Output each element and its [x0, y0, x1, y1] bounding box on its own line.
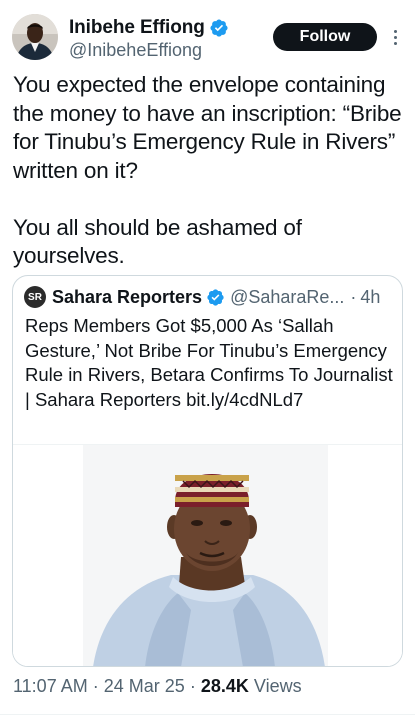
quoted-tweet-age: 4h: [360, 286, 381, 307]
author-avatar[interactable]: [12, 14, 58, 60]
tweet-time[interactable]: 11:07 AM: [13, 676, 88, 696]
author-display-name[interactable]: Inibehe Effiong: [69, 17, 205, 39]
quoted-tweet-card[interactable]: SR Sahara Reporters @SaharaRe... · 4h Re…: [12, 275, 403, 667]
tweet-paragraph-1: You expected the envelope containing the…: [13, 72, 402, 183]
meta-separator-2: ·: [189, 676, 196, 696]
portrait-photo: [13, 445, 402, 666]
follow-button[interactable]: Follow: [273, 23, 377, 51]
quoted-author-handle: @SaharaRe...: [230, 286, 345, 307]
divider: [0, 714, 415, 715]
meta-separator-1: ·: [92, 676, 99, 696]
tweet-text: You expected the envelope containing the…: [13, 71, 405, 271]
tweet-paragraph-2: You all should be ashamed of yourselves.: [13, 214, 302, 269]
quoted-tweet-image[interactable]: [13, 444, 402, 666]
quoted-separator: ·: [350, 286, 357, 307]
views-count[interactable]: 28.4K: [201, 676, 249, 696]
more-options-icon[interactable]: [387, 22, 403, 52]
quoted-tweet-text: Reps Members Got $5,000 As ‘Sallah Gestu…: [25, 315, 393, 410]
quoted-author-display-name: Sahara Reporters: [52, 286, 203, 307]
avatar-image: [12, 14, 58, 60]
quoted-verified-badge-icon: [207, 288, 224, 306]
tweet-header: Inibehe Effiong @InibeheEffiong Follow: [12, 14, 403, 66]
quoted-tweet-header: SR Sahara Reporters @SaharaRe... · 4h: [24, 286, 392, 308]
tweet-date[interactable]: 24 Mar 25: [104, 676, 185, 696]
author-names: Inibehe Effiong @InibeheEffiong: [69, 14, 229, 61]
verified-badge-icon: [210, 19, 228, 37]
quoted-author-avatar: SR: [24, 286, 46, 308]
tweet-meta: 11:07 AM · 24 Mar 25 · 28.4K Views: [13, 676, 302, 697]
name-row: Inibehe Effiong: [69, 17, 229, 39]
views-label: Views: [253, 676, 302, 696]
author-handle[interactable]: @InibeheEffiong: [69, 40, 229, 61]
tweet-detail: Inibehe Effiong @InibeheEffiong Follow Y…: [0, 0, 415, 720]
